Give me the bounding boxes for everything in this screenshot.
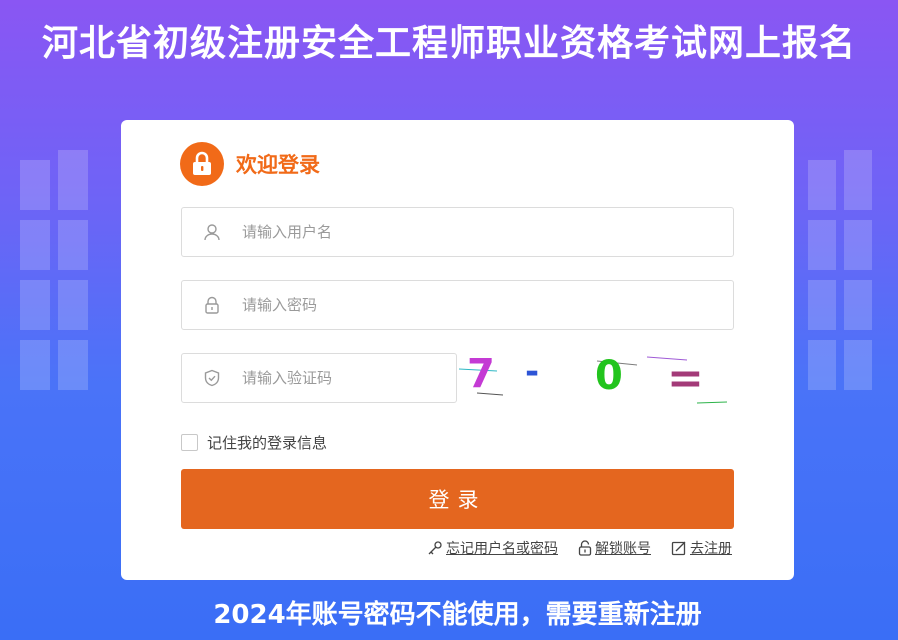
forgot-link[interactable]: 忘记用户名或密码 <box>427 538 558 558</box>
login-card: 欢迎登录 请输入用户名 请输入验证码 7 - 0 = 记住我的登录信息 登录 忘… <box>121 120 794 580</box>
captcha-char: - <box>525 353 539 392</box>
remember-checkbox[interactable] <box>181 434 198 451</box>
captcha-image[interactable]: 7 - 0 = <box>457 351 737 409</box>
user-icon <box>202 223 222 241</box>
captcha-field[interactable] <box>181 353 457 403</box>
remember-label: 记住我的登录信息 <box>207 434 328 452</box>
forgot-label: 忘记用户名或密码 <box>446 541 558 557</box>
unlock-icon <box>578 540 592 556</box>
captcha-char: 7 <box>467 353 495 397</box>
background-decoration <box>800 150 898 450</box>
password-input[interactable] <box>242 296 542 314</box>
login-title: 欢迎登录 <box>236 153 320 177</box>
edit-icon <box>671 541 686 556</box>
shield-icon <box>202 369 222 387</box>
lock-icon <box>202 296 222 314</box>
notice-banner: 2024年账号密码不能使用，需要重新注册 <box>213 600 702 630</box>
lock-icon <box>180 142 224 186</box>
login-header: 欢迎登录 <box>180 142 320 186</box>
unlock-label: 解锁账号 <box>595 541 651 557</box>
captcha-input[interactable] <box>242 369 442 387</box>
remember-me[interactable]: 记住我的登录信息 <box>181 432 327 453</box>
key-icon <box>428 541 442 555</box>
background-decoration <box>0 140 120 440</box>
username-input[interactable] <box>242 223 542 241</box>
username-field[interactable] <box>181 207 734 257</box>
unlock-link[interactable]: 解锁账号 <box>578 538 651 558</box>
register-label: 去注册 <box>690 541 732 557</box>
captcha-char: 0 <box>595 353 623 399</box>
login-links: 忘记用户名或密码 解锁账号 去注册 <box>407 538 732 558</box>
password-field[interactable] <box>181 280 734 330</box>
captcha-char: = <box>667 353 704 404</box>
register-link[interactable]: 去注册 <box>671 538 732 558</box>
login-button[interactable]: 登录 <box>181 469 734 529</box>
page-title: 河北省初级注册安全工程师职业资格考试网上报名 <box>41 23 856 64</box>
